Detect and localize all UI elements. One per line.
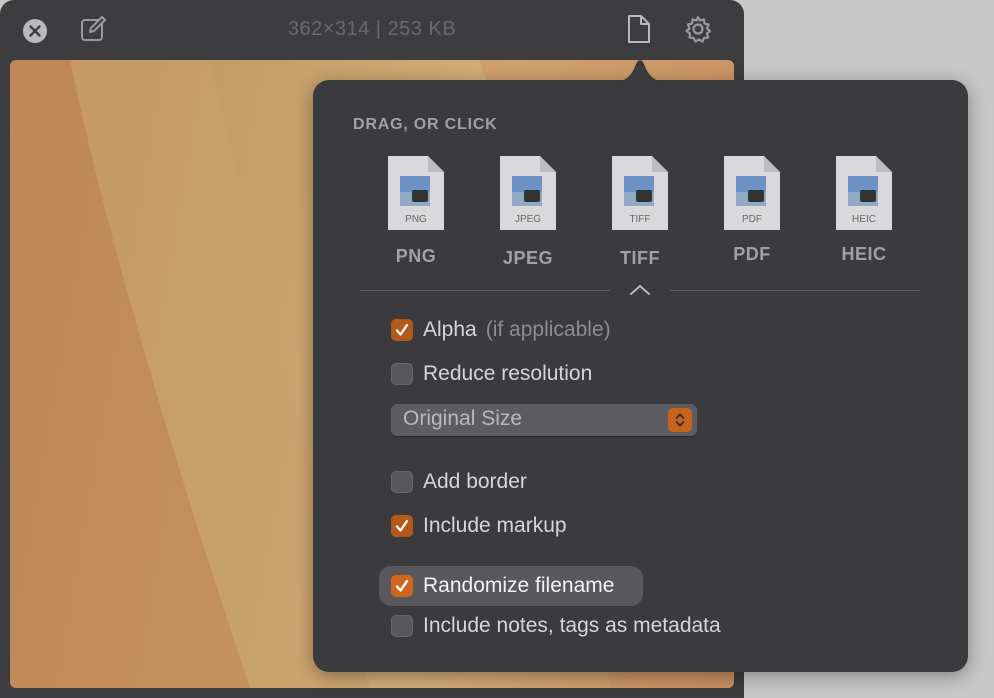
- format-pdf[interactable]: PDF PDF: [707, 154, 797, 265]
- format-label: PNG: [395, 246, 437, 266]
- alpha-checkbox[interactable]: [391, 319, 413, 341]
- format-label: TIFF: [620, 248, 660, 268]
- include-notes-label: Include notes, tags as metadata: [423, 614, 721, 637]
- include-markup-checkbox[interactable]: [391, 515, 413, 537]
- format-badge: JPEG: [515, 214, 541, 225]
- section-label: DRAG, OR CLICK: [353, 116, 498, 133]
- include-markup-option[interactable]: Include markup: [391, 511, 567, 541]
- chevron-updown-icon: [675, 413, 685, 427]
- image-file-icon: PDF: [724, 156, 780, 230]
- alpha-sublabel: (if applicable): [485, 318, 611, 341]
- divider-left: [360, 290, 610, 291]
- image-file-icon: JPEG: [500, 156, 556, 230]
- select-stepper[interactable]: [668, 408, 692, 432]
- document-icon: [628, 15, 650, 43]
- alpha-option[interactable]: Alpha (if applicable): [391, 315, 611, 345]
- add-border-label: Add border: [423, 470, 527, 493]
- format-label: JPEG: [502, 248, 554, 268]
- checkmark-icon: [395, 323, 409, 336]
- randomize-filename-label: Randomize filename: [423, 574, 615, 597]
- checkmark-icon: [395, 519, 409, 532]
- export-options-popover: DRAG, OR CLICK PNG PNG JPEG JPEG TIFF TI…: [313, 80, 968, 672]
- randomize-filename-checkbox[interactable]: [391, 575, 413, 597]
- include-notes-option[interactable]: Include notes, tags as metadata: [391, 611, 721, 641]
- reduce-resolution-checkbox[interactable]: [391, 363, 413, 385]
- format-badge: PNG: [405, 214, 427, 225]
- format-png[interactable]: PNG PNG: [371, 154, 461, 267]
- size-select-value: Original Size: [403, 407, 523, 430]
- add-border-option[interactable]: Add border: [391, 467, 527, 497]
- collapse-button[interactable]: [626, 280, 654, 300]
- randomize-filename-option[interactable]: Randomize filename: [391, 571, 614, 601]
- chevron-up-icon: [630, 285, 650, 295]
- format-tiff[interactable]: TIFF TIFF: [595, 154, 685, 269]
- checkmark-icon: [395, 579, 409, 592]
- image-file-icon: PNG: [388, 156, 444, 230]
- divider-right: [670, 290, 920, 291]
- add-border-checkbox[interactable]: [391, 471, 413, 493]
- format-badge: TIFF: [629, 214, 650, 225]
- include-markup-label: Include markup: [423, 514, 567, 537]
- gear-icon: [685, 15, 712, 43]
- image-file-icon: TIFF: [612, 156, 668, 230]
- format-badge: HEIC: [852, 214, 876, 225]
- format-badge: PDF: [742, 214, 762, 225]
- popover-arrow: [614, 60, 666, 82]
- file-format-button[interactable]: [624, 12, 654, 46]
- format-label: HEIC: [841, 244, 887, 264]
- format-jpeg[interactable]: JPEG JPEG: [483, 154, 573, 269]
- alpha-label: Alpha: [423, 318, 477, 341]
- reduce-resolution-label: Reduce resolution: [423, 362, 593, 385]
- titlebar: 362×314 | 253 KB: [0, 0, 744, 60]
- image-file-icon: HEIC: [836, 156, 892, 230]
- reduce-resolution-option[interactable]: Reduce resolution: [391, 359, 592, 389]
- format-heic[interactable]: HEIC HEIC: [819, 154, 909, 265]
- settings-button[interactable]: [682, 13, 714, 45]
- include-notes-checkbox[interactable]: [391, 615, 413, 637]
- format-label: PDF: [733, 244, 771, 264]
- size-select[interactable]: Original Size: [391, 404, 697, 436]
